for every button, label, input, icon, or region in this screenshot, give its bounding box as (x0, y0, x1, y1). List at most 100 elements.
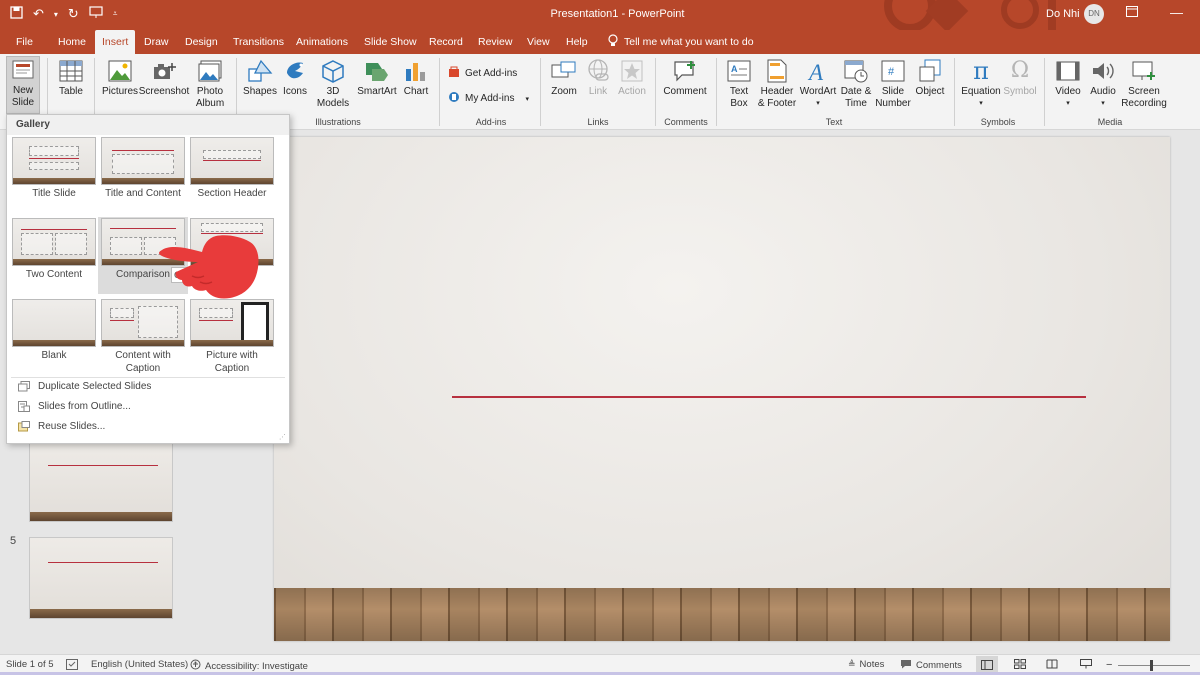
svg-text:A: A (731, 64, 738, 74)
accessibility-status[interactable]: Accessibility: Investigate (190, 659, 308, 673)
3d-models-button[interactable]: 3D Models (312, 58, 354, 110)
normal-view-icon[interactable] (976, 656, 998, 673)
photo-album-button[interactable]: Photo Album (189, 58, 231, 110)
header-footer-button[interactable]: Header & Footer (756, 58, 798, 110)
notes-button[interactable]: ≜ Notes (848, 659, 884, 670)
layout-title-and-content[interactable]: Title and Content (100, 137, 186, 200)
get-addins-label: Get Add-ins (465, 68, 518, 79)
new-slide-label-1: New (12, 85, 33, 96)
video-dropdown-icon[interactable]: ▾ (1066, 98, 1070, 110)
symbol-button[interactable]: Ω Symbol (1002, 58, 1038, 98)
date-time-button[interactable]: Date & Time (839, 58, 873, 110)
tab-file[interactable]: File (16, 36, 33, 48)
tab-view[interactable]: View (527, 36, 550, 48)
slide-counter[interactable]: Slide 1 of 5 (6, 659, 54, 670)
zoom-button[interactable]: Zoom (548, 58, 580, 98)
layout-label: Blank (41, 350, 67, 361)
layout-title-slide[interactable]: Title Slide (11, 137, 97, 200)
layout-two-content[interactable]: Two Content (11, 218, 97, 281)
icons-button[interactable]: Icons (280, 58, 310, 98)
tab-home[interactable]: Home (58, 36, 86, 48)
ribbon-display-options-icon[interactable] (1126, 5, 1138, 20)
table-button[interactable]: Table (55, 58, 87, 98)
equation-dropdown-icon[interactable]: ▾ (979, 98, 983, 110)
pictures-icon (107, 58, 133, 84)
action-button[interactable]: Action (615, 58, 649, 98)
layout-section-header[interactable]: Section Header (189, 137, 275, 200)
object-button[interactable]: Object (912, 58, 948, 98)
zoom-slider[interactable] (1118, 665, 1190, 666)
group-media: Media (1097, 117, 1123, 127)
slide-number-button[interactable]: # Slide Number (874, 58, 912, 110)
minimize-icon[interactable]: — (1170, 5, 1183, 20)
shapes-button[interactable]: Shapes (242, 58, 278, 98)
resize-grip-icon[interactable]: ⋰ (279, 433, 286, 441)
bar-chart-icon (403, 58, 429, 84)
slide-thumbnail[interactable] (29, 537, 173, 619)
omega-icon: Ω (1010, 58, 1030, 83)
new-slide-button[interactable]: New Slide (6, 56, 40, 114)
chart-button[interactable]: Chart (400, 58, 432, 98)
avatar[interactable]: DN (1084, 4, 1104, 24)
tab-design[interactable]: Design (185, 36, 218, 48)
zoom-slider-thumb[interactable] (1150, 660, 1153, 671)
tell-me-search[interactable]: Tell me what you want to do (608, 34, 754, 50)
smartart-icon (364, 58, 390, 84)
tab-insert[interactable]: Insert (95, 30, 136, 54)
wordart-icon: A (805, 58, 831, 84)
wood-floor-background (274, 588, 1170, 641)
my-addins-button[interactable]: My Add-ins ▾ (448, 91, 529, 106)
menu-reuse-slides[interactable]: Reuse Slides... (18, 421, 105, 432)
slide-thumbnail[interactable] (29, 440, 173, 522)
reading-view-icon[interactable] (1046, 659, 1058, 669)
audio-dropdown-icon[interactable]: ▾ (1101, 98, 1105, 110)
pictures-button[interactable]: Pictures (101, 58, 139, 98)
date-time-label-2: Time (845, 98, 867, 109)
tab-slide-show[interactable]: Slide Show (364, 36, 417, 48)
screenshot-icon (151, 58, 177, 84)
tab-draw[interactable]: Draw (144, 36, 169, 48)
comments-button[interactable]: Comments (900, 659, 962, 672)
zoom-label: Zoom (551, 86, 577, 97)
zoom-out-icon[interactable]: − (1106, 659, 1112, 671)
layout-picture-with-caption[interactable]: Picture with Caption (189, 299, 275, 375)
tab-record[interactable]: Record (429, 36, 463, 48)
current-slide[interactable] (274, 137, 1170, 641)
notes-label: Notes (859, 659, 885, 670)
slide-show-icon[interactable] (1080, 659, 1092, 669)
tab-help[interactable]: Help (566, 36, 588, 48)
header-footer-label-1: Header (760, 86, 794, 97)
text-box-button[interactable]: A Text Box (724, 58, 754, 110)
tab-transitions[interactable]: Transitions (233, 36, 284, 48)
screenshot-button[interactable]: Screenshot (139, 58, 189, 98)
tab-review[interactable]: Review (478, 36, 512, 48)
layout-content-with-caption[interactable]: Content with Caption (100, 299, 186, 375)
menu-slides-from-outline[interactable]: Slides from Outline... (18, 401, 131, 412)
smartart-button[interactable]: SmartArt (356, 58, 398, 98)
tab-animations[interactable]: Animations (296, 36, 348, 48)
comments-icon (900, 659, 912, 672)
wordart-button[interactable]: A WordArt ▾ (799, 58, 837, 110)
comment-button[interactable]: Comment (662, 58, 708, 98)
gallery-header: Gallery (7, 115, 289, 135)
spelling-check-icon[interactable] (66, 659, 78, 670)
equation-button[interactable]: π Equation ▾ (960, 58, 1002, 110)
get-addins-button[interactable]: Get Add-ins (448, 66, 517, 81)
wordart-dropdown-icon[interactable]: ▾ (816, 98, 820, 110)
photo-album-icon (197, 58, 223, 84)
group-comments: Comments (664, 117, 708, 127)
screen-recording-button[interactable]: Screen Recording (1120, 58, 1168, 110)
audio-button[interactable]: Audio ▾ (1087, 58, 1119, 110)
layout-blank[interactable]: Blank (11, 299, 97, 362)
my-addins-dropdown-icon[interactable]: ▾ (525, 95, 529, 103)
language-status[interactable]: English (United States) (91, 659, 188, 670)
layout-label: Title Slide (32, 188, 76, 199)
menu-duplicate-selected-slides[interactable]: Duplicate Selected Slides (18, 381, 151, 392)
link-button[interactable]: Link (584, 58, 612, 98)
slide-sorter-icon[interactable] (1014, 659, 1026, 669)
video-button[interactable]: Video ▾ (1052, 58, 1084, 110)
slide-number-icon: # (880, 58, 906, 84)
layout-preview (101, 299, 185, 347)
user-name[interactable]: Do Nhi (1046, 8, 1080, 20)
comments-label: Comments (916, 660, 962, 671)
